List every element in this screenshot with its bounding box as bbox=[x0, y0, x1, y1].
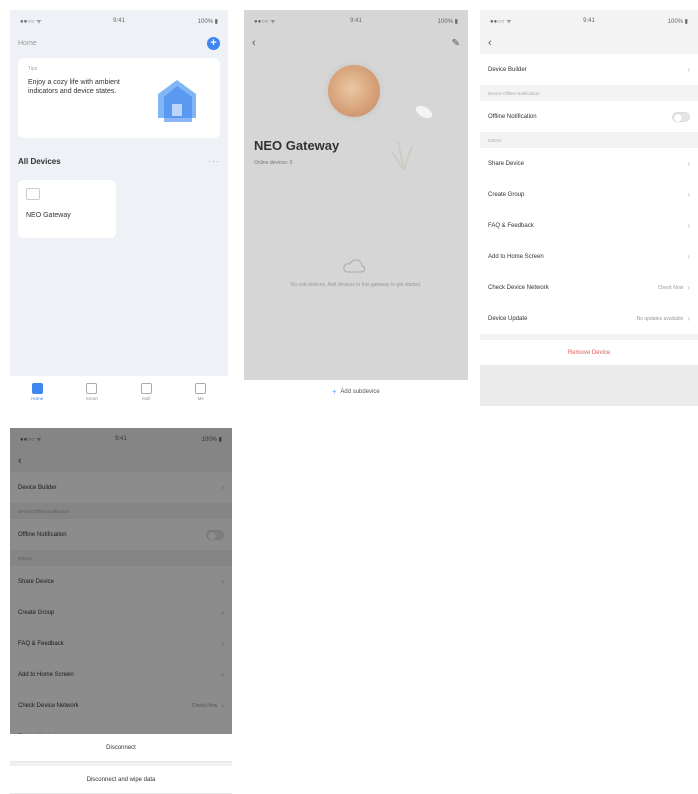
row-label: Check Device Network bbox=[488, 284, 549, 291]
cloud-icon bbox=[343, 259, 366, 273]
chevron-right-icon: › bbox=[687, 221, 690, 230]
group-label: Device Offline Notification bbox=[480, 85, 698, 101]
tips-label: Tips bbox=[28, 66, 38, 72]
tab-label: Me bbox=[197, 396, 204, 401]
row-label: Device Update bbox=[488, 315, 528, 322]
add-subdevice-button[interactable]: + Add subdevice bbox=[244, 380, 468, 404]
tab-mall[interactable]: Mall bbox=[126, 383, 166, 401]
signal-indicator: ●●○○ ᯤ bbox=[254, 19, 276, 25]
me-icon bbox=[195, 383, 207, 394]
plus-icon: + bbox=[332, 388, 337, 396]
row-share-device[interactable]: Share Device › bbox=[480, 148, 698, 179]
tips-card[interactable]: Tips Enjoy a cozy life with ambient indi… bbox=[18, 58, 220, 138]
row-add-home-screen[interactable]: Add to Home Screen › bbox=[480, 241, 698, 272]
row-value: Check Now bbox=[657, 284, 684, 291]
add-subdevice-label: Add subdevice bbox=[340, 389, 380, 395]
home-screen: ●●○○ ᯤ 9:41 100% ▮ Home + Tips Enjoy a c… bbox=[10, 10, 228, 408]
tab-me[interactable]: Me bbox=[181, 383, 221, 401]
settings-screen: ●●○○ ᯤ 9:41 100% ▮ ‹ Device Builder › Dev… bbox=[480, 10, 698, 406]
status-bar: ●●○○ ᯤ 9:41 100% ▮ bbox=[244, 10, 468, 32]
remove-device-button[interactable]: Remove Device bbox=[480, 340, 698, 366]
tab-label: Mall bbox=[142, 396, 151, 401]
settings-sheet-screen: ●●○○ ᯤ 9:41 100% ▮ ‹ Device Builder › Dev… bbox=[10, 428, 232, 794]
house-icon bbox=[158, 80, 196, 122]
empty-state-text: No sub-devices. Add devices to this gate… bbox=[290, 282, 422, 288]
tips-text: Enjoy a cozy life with ambient indicator… bbox=[28, 79, 120, 95]
more-icon[interactable]: ··· bbox=[208, 156, 220, 166]
clock: 9:41 bbox=[350, 18, 362, 24]
signal-indicator: ●●○○ ᯤ bbox=[20, 19, 42, 25]
row-device-builder[interactable]: Device Builder › bbox=[480, 54, 698, 85]
edit-icon[interactable]: ✎ bbox=[452, 38, 460, 49]
home-topbar: Home + bbox=[10, 32, 228, 54]
row-device-update[interactable]: Device Update No updates available› bbox=[480, 303, 698, 334]
row-label: Share Device bbox=[488, 160, 525, 167]
back-chevron-icon[interactable]: ‹ bbox=[252, 37, 256, 49]
chevron-right-icon: › bbox=[687, 65, 690, 74]
chevron-right-icon: › bbox=[687, 283, 690, 292]
chevron-right-icon: › bbox=[687, 252, 690, 261]
disconnect-wipe-button[interactable]: Disconnect and wipe data bbox=[10, 766, 232, 794]
disconnect-button[interactable]: Disconnect bbox=[10, 734, 232, 762]
tab-home[interactable]: Home bbox=[17, 383, 57, 401]
modal-overlay[interactable] bbox=[10, 428, 232, 734]
chevron-right-icon: › bbox=[687, 314, 690, 323]
row-check-network[interactable]: Check Device Network Check Now › bbox=[480, 272, 698, 303]
mall-icon bbox=[140, 383, 152, 394]
plant-decoration-icon bbox=[391, 105, 433, 171]
status-bar: ●●○○ ᯤ 9:41 100% ▮ bbox=[480, 10, 698, 32]
home-icon bbox=[31, 383, 43, 394]
tab-bar: Home Smart Mall Me bbox=[10, 376, 228, 408]
offline-notification-toggle[interactable] bbox=[672, 111, 690, 122]
clock: 9:41 bbox=[113, 18, 125, 24]
row-value: No updates available bbox=[636, 315, 684, 322]
signal-indicator: ●●○○ ᯤ bbox=[490, 19, 512, 25]
row-offline-notification: Offline Notification bbox=[480, 101, 698, 132]
row-faq[interactable]: FAQ & Feedback › bbox=[480, 210, 698, 241]
tab-label: Home bbox=[31, 396, 44, 401]
chevron-right-icon: › bbox=[687, 159, 690, 168]
back-chevron-icon[interactable]: ‹ bbox=[488, 37, 492, 49]
device-card[interactable]: NEO Gateway bbox=[18, 180, 116, 238]
row-create-group[interactable]: Create Group › bbox=[480, 179, 698, 210]
smart-icon bbox=[86, 383, 98, 394]
battery-indicator: 100% ▮ bbox=[197, 18, 218, 25]
row-label: Device Builder bbox=[488, 66, 527, 73]
devices-section-header: All Devices ··· bbox=[10, 142, 228, 172]
device-subtitle: Online devices: 0 bbox=[254, 160, 293, 166]
bottom-area bbox=[480, 365, 698, 406]
row-label: Create Group bbox=[488, 191, 525, 198]
row-label: Add to Home Screen bbox=[488, 253, 544, 260]
row-label: Offline Notification bbox=[488, 113, 537, 120]
row-label: FAQ & Feedback bbox=[488, 222, 534, 229]
device-name: NEO Gateway bbox=[26, 212, 71, 219]
device-title: NEO Gateway bbox=[254, 138, 340, 153]
device-topbar: ‹ ✎ bbox=[244, 32, 468, 54]
add-device-button[interactable]: + bbox=[207, 36, 220, 50]
chevron-right-icon: › bbox=[687, 190, 690, 199]
settings-topbar: ‹ bbox=[480, 32, 698, 54]
battery-indicator: 100% ▮ bbox=[437, 18, 458, 25]
action-sheet: Disconnect Disconnect and wipe data bbox=[10, 734, 232, 794]
tab-smart[interactable]: Smart bbox=[72, 383, 112, 401]
gateway-product-image bbox=[328, 65, 380, 117]
section-title: All Devices bbox=[18, 156, 61, 166]
device-screen: ●●○○ ᯤ 9:41 100% ▮ ‹ ✎ NEO Gateway Onlin… bbox=[244, 10, 468, 380]
tab-label: Smart bbox=[85, 396, 98, 401]
clock: 9:41 bbox=[583, 18, 595, 24]
battery-indicator: 100% ▮ bbox=[667, 18, 688, 25]
status-bar: ●●○○ ᯤ 9:41 100% ▮ bbox=[10, 10, 228, 32]
home-switcher[interactable]: Home bbox=[18, 40, 37, 47]
gateway-icon bbox=[26, 188, 40, 200]
group-label: Others bbox=[480, 132, 698, 148]
